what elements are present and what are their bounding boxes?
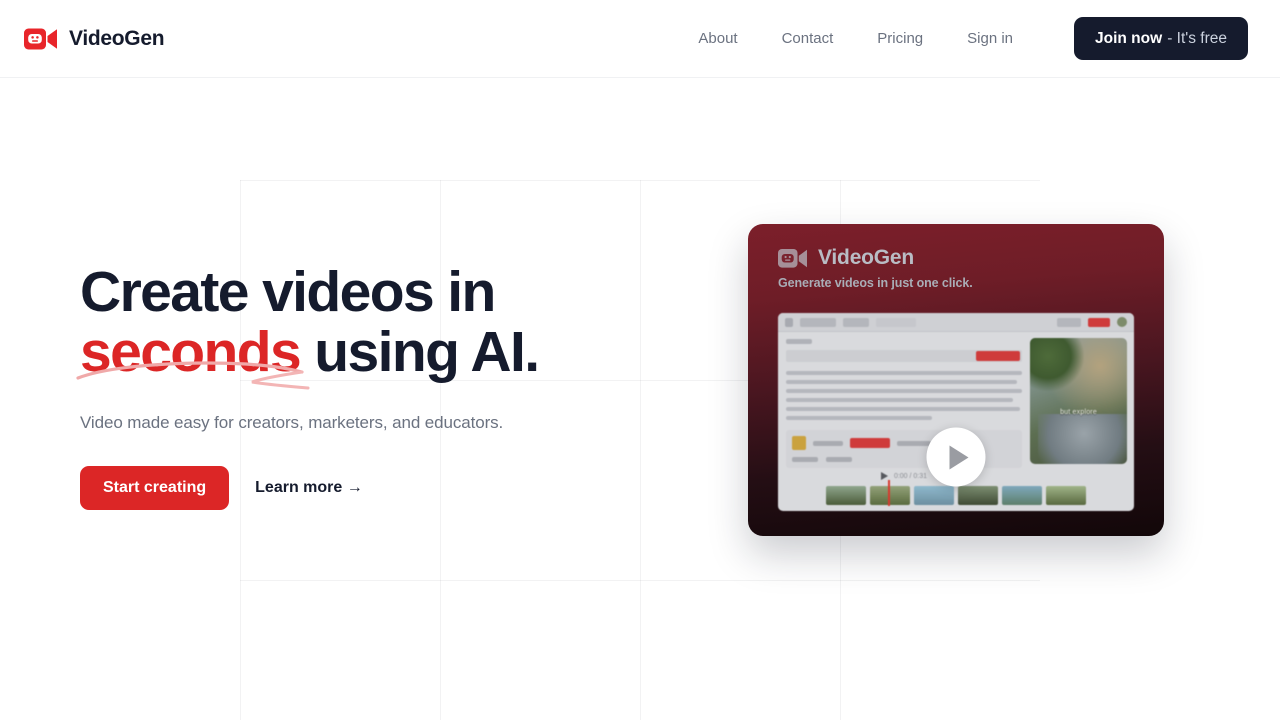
preview-text-line	[786, 371, 1022, 375]
filmstrip-frame	[1002, 486, 1042, 505]
headline-line-1: Create videos in	[80, 260, 496, 324]
preview-text	[897, 440, 931, 446]
hero-cta-row: Start creating Learn more →	[80, 465, 700, 510]
filmstrip-frame	[914, 486, 954, 505]
nav-item-contact[interactable]: Contact	[760, 22, 856, 55]
preview-chip	[800, 317, 836, 327]
preview-options-panel	[786, 430, 1022, 468]
preview-text-line	[786, 380, 1018, 384]
nav-item-sign-in[interactable]: Sign in	[945, 22, 1035, 55]
preview-chip	[876, 317, 916, 327]
headline-rest: using AI.	[300, 319, 540, 384]
preview-action-chip	[850, 438, 890, 448]
preview-text-line	[786, 398, 1013, 402]
main-nav: About Contact Pricing Sign in Join now -…	[676, 17, 1248, 60]
preview-vertical-video: but explore	[1030, 338, 1127, 464]
play-icon	[949, 445, 969, 469]
preview-text-line	[786, 389, 1022, 393]
headline-accent-word: seconds	[80, 319, 302, 384]
preview-text	[826, 457, 852, 462]
preview-video-caption: but explore	[1060, 408, 1097, 416]
preview-export-chip	[1088, 317, 1110, 327]
nav-item-about[interactable]: About	[676, 22, 759, 55]
preview-thumb	[792, 436, 806, 450]
preview-text	[813, 440, 843, 446]
video-camera-robot-icon	[778, 247, 808, 270]
brand-name: VideoGen	[69, 26, 165, 50]
join-now-sublabel: - It's free	[1167, 29, 1227, 47]
preview-label	[786, 339, 812, 344]
preview-chip	[1057, 317, 1081, 327]
video-card-brand: VideoGen	[778, 246, 1164, 270]
site-header: VideoGen About Contact Pricing Sign in J…	[0, 0, 1280, 78]
video-card-brand-name: VideoGen	[818, 246, 915, 269]
learn-more-link[interactable]: Learn more →	[251, 471, 367, 505]
play-button[interactable]	[926, 427, 986, 487]
hero-copy: Create videos in seconds using AI. Video…	[76, 260, 700, 510]
preview-topbar	[778, 313, 1134, 332]
preview-player-controls: 0:00 / 0:31	[786, 472, 1022, 480]
filmstrip-frame	[826, 486, 866, 505]
preview-timecode: 0:00 / 0:31	[893, 472, 928, 480]
preview-article-pane: 0:00 / 0:31	[778, 332, 1030, 511]
preview-url-field	[786, 350, 1022, 362]
video-card-header: VideoGen Generate videos in just one cli…	[748, 224, 1164, 290]
start-creating-button[interactable]: Start creating	[80, 465, 230, 510]
avatar	[1117, 317, 1127, 327]
preview-text	[792, 457, 818, 462]
preview-text-line	[786, 407, 1020, 411]
play-icon	[880, 472, 888, 480]
headline-line-2: seconds using AI.	[80, 319, 700, 384]
video-card-tagline: Generate videos in just one click.	[778, 276, 973, 290]
home-icon	[785, 317, 793, 327]
join-now-button[interactable]: Join now - It's free	[1074, 17, 1248, 60]
preview-chip	[843, 317, 869, 327]
filmstrip-frame	[870, 480, 910, 506]
video-preview-card[interactable]: VideoGen Generate videos in just one cli…	[748, 224, 1164, 536]
join-now-label: Join now	[1095, 29, 1163, 47]
page-title: Create videos in seconds using AI.	[76, 260, 700, 390]
brand-logo-link[interactable]: VideoGen	[24, 26, 165, 52]
filmstrip-frame	[1046, 486, 1086, 505]
preview-text-line	[786, 416, 933, 420]
hero-subtitle: Video made easy for creators, marketers,…	[80, 412, 504, 432]
nav-item-pricing[interactable]: Pricing	[855, 22, 945, 55]
preview-filmstrip	[778, 480, 1134, 506]
video-camera-robot-icon	[24, 26, 58, 52]
preview-video-pane: but explore	[1030, 332, 1134, 511]
filmstrip-frame	[958, 486, 998, 505]
hero-section: Create videos in seconds using AI. Video…	[0, 78, 1280, 720]
